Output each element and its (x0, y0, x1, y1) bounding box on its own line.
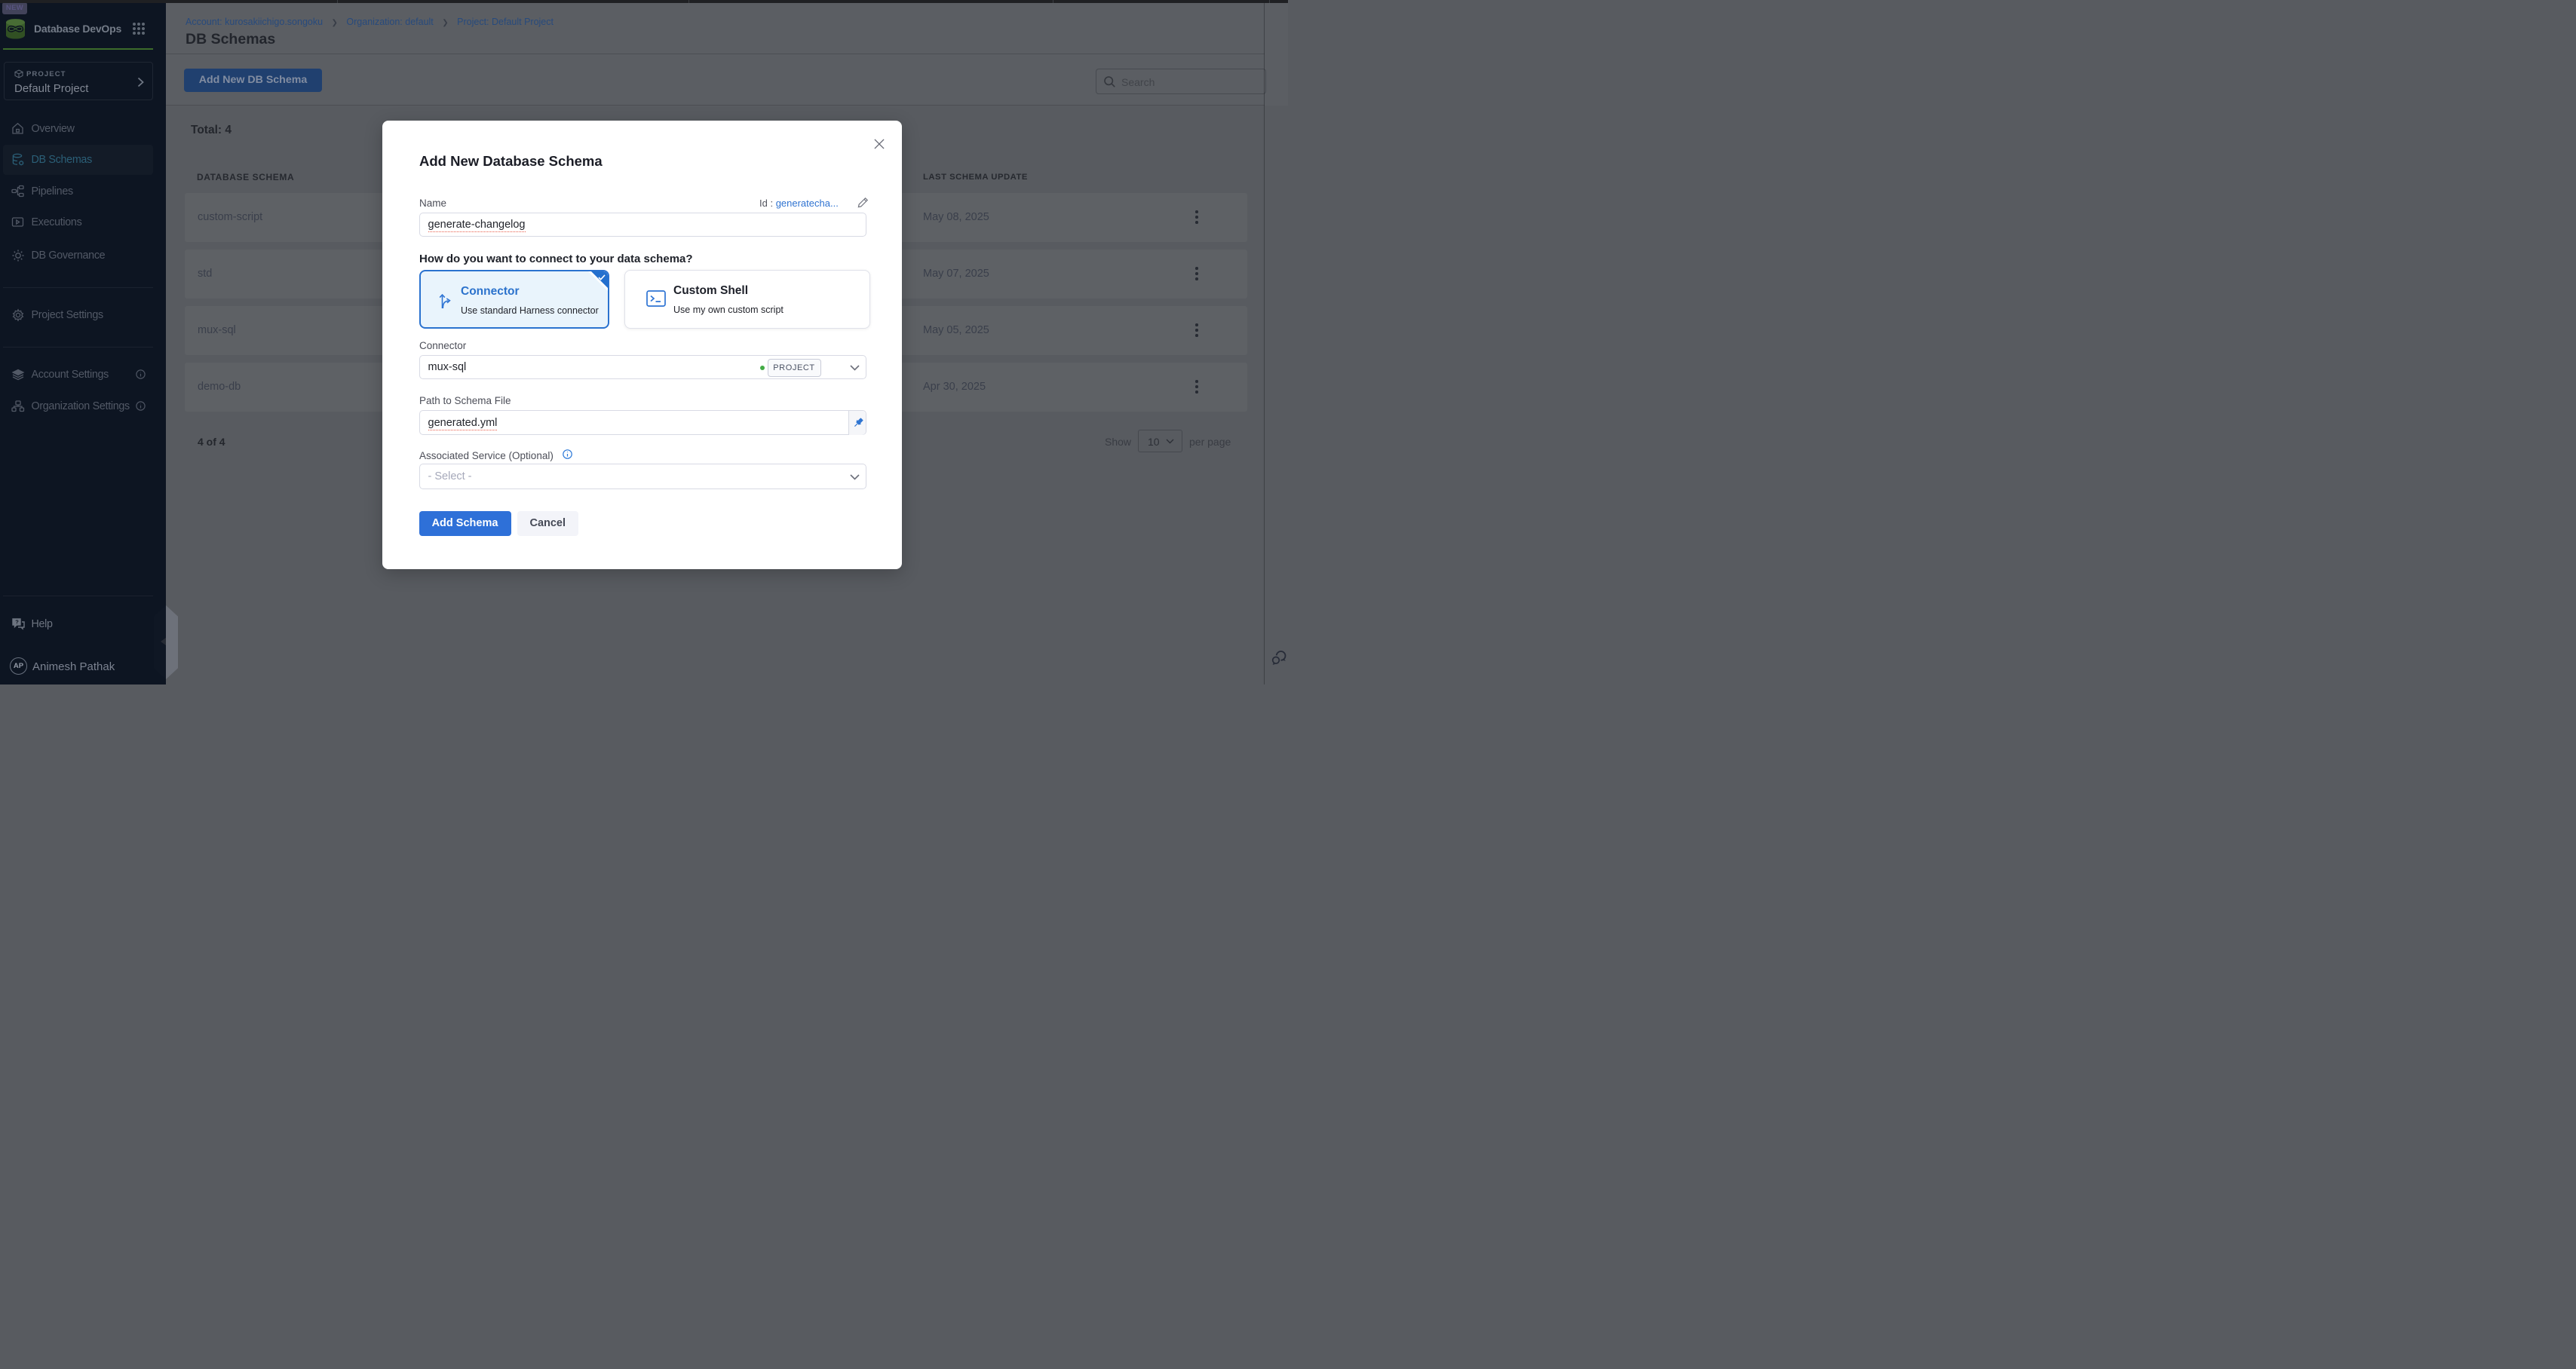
svg-text:?: ? (15, 619, 19, 626)
